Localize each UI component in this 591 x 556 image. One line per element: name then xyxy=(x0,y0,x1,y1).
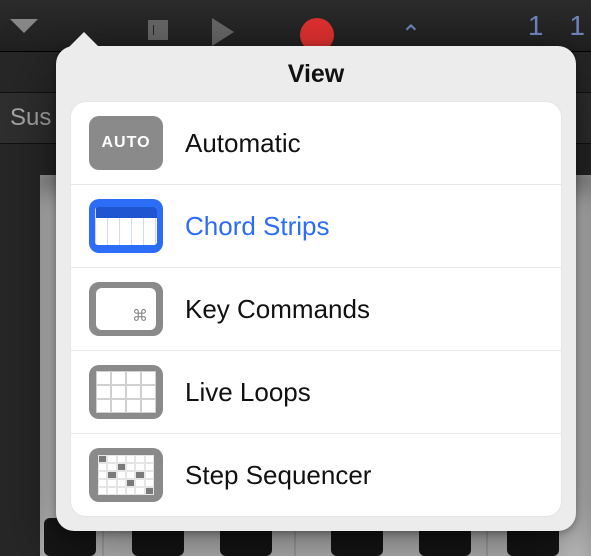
chevron-down-icon[interactable] xyxy=(10,19,38,33)
lcd-counter: 1 1 xyxy=(528,10,585,42)
view-option-live-loops[interactable]: Live Loops xyxy=(71,351,561,434)
auto-icon: AUTO xyxy=(89,116,163,170)
go-to-start-icon[interactable] xyxy=(148,20,168,40)
counter-bar: 1 xyxy=(528,10,544,42)
view-options-list: AUTO Automatic Chord Strips ⌘ Key Comman… xyxy=(70,101,562,517)
view-option-label: Live Loops xyxy=(185,377,311,408)
key-commands-icon: ⌘ xyxy=(89,282,163,336)
view-option-automatic[interactable]: AUTO Automatic xyxy=(71,102,561,185)
view-option-key-commands[interactable]: ⌘ Key Commands xyxy=(71,268,561,351)
view-popover: View AUTO Automatic Chord Strips ⌘ Key C… xyxy=(56,46,576,531)
view-option-step-sequencer[interactable]: Step Sequencer xyxy=(71,434,561,516)
view-option-chord-strips[interactable]: Chord Strips xyxy=(71,185,561,268)
view-option-label: Automatic xyxy=(185,128,301,159)
view-option-label: Step Sequencer xyxy=(185,460,371,491)
counter-beat: 1 xyxy=(569,10,585,42)
popover-title: View xyxy=(56,46,576,101)
play-icon[interactable] xyxy=(212,18,234,46)
up-down-icon[interactable]: ⌃ xyxy=(401,20,421,49)
view-option-label: Key Commands xyxy=(185,294,370,325)
sustain-label: Sus xyxy=(10,104,51,132)
step-sequencer-icon xyxy=(89,448,163,502)
view-option-label: Chord Strips xyxy=(185,211,330,242)
chord-strips-icon xyxy=(89,199,163,253)
live-loops-icon xyxy=(89,365,163,419)
